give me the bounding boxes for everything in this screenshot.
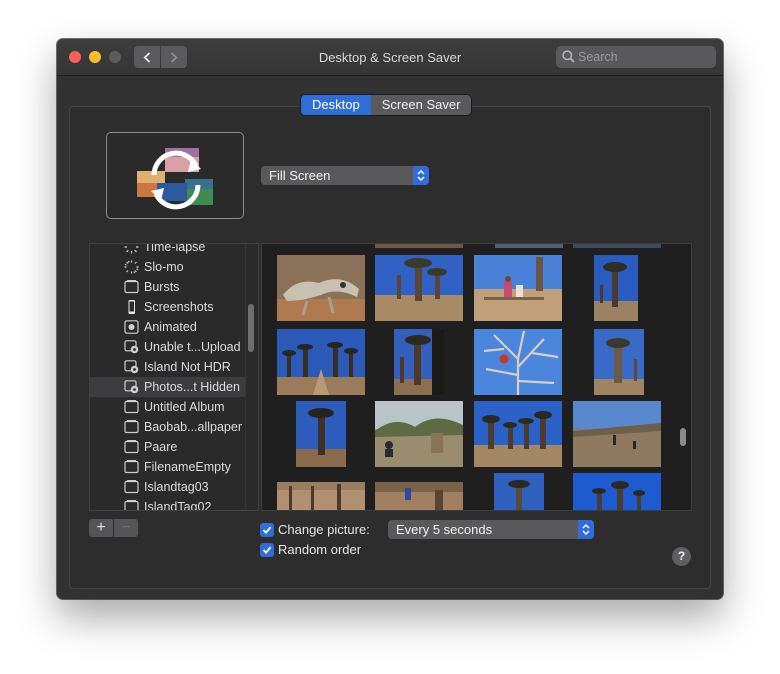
smart-album-icon [124, 380, 139, 394]
sidebar-item-unable-to-upload[interactable]: Unable t...Upload [90, 337, 245, 357]
fill-mode-value: Fill Screen [269, 168, 331, 183]
photo-thumbnail[interactable] [474, 255, 562, 321]
photo-thumbnail[interactable] [375, 482, 463, 510]
album-icon [124, 460, 139, 474]
album-sidebar[interactable]: Time-lapse Slo-mo Bursts Screenshots Ani… [89, 243, 259, 511]
random-order-label: Random order [278, 542, 362, 557]
photo-thumbnail[interactable] [375, 401, 463, 467]
photo-thumbnail[interactable] [277, 482, 365, 510]
album-icon [124, 400, 139, 414]
sidebar-item-island-not-hdr[interactable]: Island Not HDR [90, 357, 245, 377]
sidebar-item-paare[interactable]: Paare [90, 437, 245, 457]
photo-thumbnail[interactable] [594, 329, 644, 395]
animated-icon [124, 320, 139, 334]
photo-thumbnail[interactable] [573, 401, 661, 467]
interval-popup[interactable]: Every 5 seconds [388, 520, 594, 539]
checkmark-icon [262, 526, 272, 534]
photo-thumbnail[interactable] [494, 473, 544, 510]
remove-folder-button[interactable]: − [114, 519, 138, 537]
photo-thumbnail[interactable] [394, 329, 444, 395]
back-button[interactable] [134, 46, 160, 68]
rotating-photos-icon [137, 148, 213, 210]
album-icon [124, 440, 139, 454]
photo-thumbnail[interactable] [375, 255, 463, 321]
tab-segment: Desktop Screen Saver [301, 95, 472, 115]
photo-thumbnail[interactable] [573, 244, 661, 248]
chevron-left-icon [143, 52, 151, 63]
close-button[interactable] [69, 51, 81, 63]
sidebar-item-islandtag03[interactable]: Islandtag03 [90, 477, 245, 497]
search-icon [562, 50, 575, 63]
zoom-button[interactable] [109, 51, 121, 63]
photo-thumbnail[interactable] [573, 473, 661, 510]
random-order-checkbox[interactable] [260, 543, 274, 557]
sidebar-item-screenshots[interactable]: Screenshots [90, 297, 245, 317]
sidebar-item-filename-empty[interactable]: FilenameEmpty [90, 457, 245, 477]
sidebar-item-photos-hidden[interactable]: Photos...t Hidden [90, 377, 245, 397]
time-lapse-icon [124, 244, 139, 254]
tab-desktop[interactable]: Desktop [301, 95, 371, 115]
sidebar-item-animated[interactable]: Animated [90, 317, 245, 337]
desktop-preview [106, 132, 244, 219]
sidebar-item-baobab-wallpaper[interactable]: Baobab...allpaper [90, 417, 245, 437]
help-button[interactable]: ? [672, 547, 691, 566]
phone-icon [128, 300, 135, 314]
add-remove-buttons: + − [89, 519, 138, 537]
photo-thumbnail[interactable] [296, 401, 346, 467]
album-icon [124, 480, 139, 494]
search-input[interactable] [578, 48, 710, 66]
interval-stepper[interactable] [578, 520, 594, 539]
chevron-right-icon [170, 52, 178, 63]
photo-thumbnail[interactable] [474, 329, 562, 395]
album-icon [124, 420, 139, 434]
sidebar-item-slo-mo[interactable]: Slo-mo [90, 257, 245, 277]
sidebar-item-time-lapse[interactable]: Time-lapse [90, 244, 245, 257]
up-down-chevron-icon [582, 523, 590, 536]
bursts-icon [124, 280, 139, 294]
sidebar-item-bursts[interactable]: Bursts [90, 277, 245, 297]
sidebar-scrollbar[interactable] [248, 304, 254, 352]
up-down-chevron-icon [417, 169, 425, 182]
photo-grid[interactable] [261, 243, 692, 511]
forward-button[interactable] [161, 46, 187, 68]
interval-value: Every 5 seconds [396, 522, 493, 537]
preferences-window: Desktop & Screen Saver Desktop Screen Sa… [57, 39, 723, 599]
photo-thumbnail[interactable] [277, 255, 365, 321]
fill-mode-stepper[interactable] [413, 166, 429, 185]
smart-album-icon [124, 360, 139, 374]
search-field[interactable] [556, 46, 716, 68]
slo-mo-icon [124, 260, 139, 274]
fill-mode-popup[interactable]: Fill Screen [261, 166, 429, 185]
photo-thumbnail[interactable] [594, 255, 638, 321]
photo-grid-scrollbar[interactable] [680, 428, 686, 446]
photo-thumbnail[interactable] [375, 244, 463, 248]
sidebar-item-untitled-album[interactable]: Untitled Album [90, 397, 245, 417]
window-title: Desktop & Screen Saver [318, 50, 462, 65]
change-picture-label: Change picture: [278, 522, 370, 537]
tab-screen-saver[interactable]: Screen Saver [370, 95, 472, 115]
sidebar-divider [245, 244, 246, 510]
photo-thumbnail[interactable] [277, 329, 365, 395]
album-icon [124, 500, 139, 510]
photo-thumbnail[interactable] [495, 244, 563, 248]
change-picture-checkbox[interactable] [260, 523, 274, 537]
checkmark-icon [262, 546, 272, 554]
title-bar: Desktop & Screen Saver [57, 39, 723, 511]
smart-album-icon [124, 340, 139, 354]
photo-thumbnail[interactable] [474, 401, 562, 467]
minimize-button[interactable] [89, 51, 101, 63]
add-folder-button[interactable]: + [89, 519, 113, 537]
sidebar-item-islandtag02[interactable]: IslandTag02 [90, 497, 245, 510]
